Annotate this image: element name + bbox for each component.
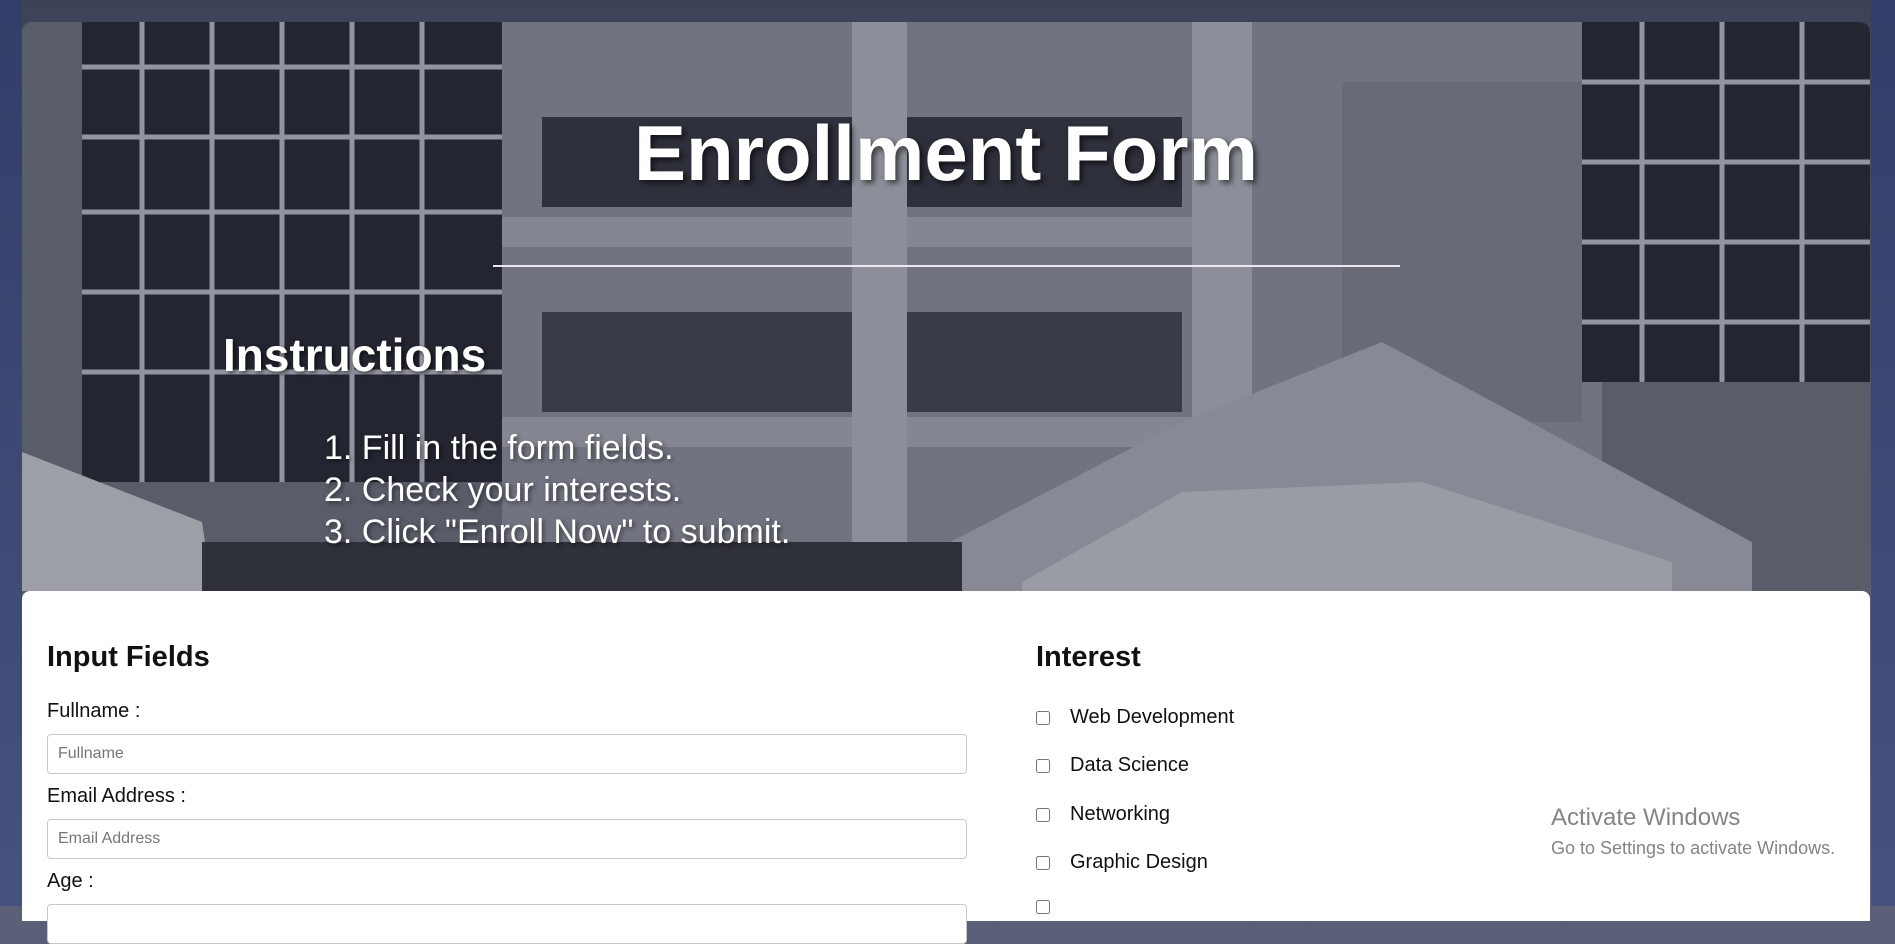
interest-option-networking[interactable]: Networking bbox=[1036, 803, 1170, 826]
email-label: Email Address : bbox=[47, 785, 186, 807]
interest-option-web-development[interactable]: Web Development bbox=[1036, 706, 1234, 729]
instruction-step: 1. Fill in the form fields. bbox=[324, 429, 674, 467]
age-input[interactable] bbox=[47, 904, 967, 944]
partial-checkbox[interactable] bbox=[1036, 900, 1050, 914]
instruction-step: 2. Check your interests. bbox=[324, 471, 682, 509]
activate-windows-watermark: Activate Windows Go to Settings to activ… bbox=[1551, 804, 1835, 859]
instructions-list: 1. Fill in the form fields. 2. Check you… bbox=[324, 427, 790, 553]
email-input[interactable] bbox=[47, 819, 967, 859]
page-title: Enrollment Form bbox=[633, 109, 1259, 197]
form-card: Input Fields Fullname : Email Address : … bbox=[22, 591, 1870, 944]
interest-option-data-science[interactable]: Data Science bbox=[1036, 754, 1189, 777]
instructions-heading: Instructions bbox=[223, 329, 487, 381]
graphic-design-checkbox[interactable] bbox=[1036, 855, 1050, 870]
interest-option-label: Graphic Design bbox=[1070, 851, 1208, 873]
networking-checkbox[interactable] bbox=[1036, 807, 1050, 822]
data-science-checkbox[interactable] bbox=[1036, 758, 1050, 773]
interest-option-label: Data Science bbox=[1070, 754, 1189, 776]
interest-heading: Interest bbox=[1036, 641, 1141, 673]
fullname-input[interactable] bbox=[47, 734, 967, 774]
interest-option-partial[interactable] bbox=[1036, 900, 1070, 914]
input-fields-heading: Input Fields bbox=[47, 641, 210, 673]
title-divider bbox=[493, 265, 1400, 267]
age-label: Age : bbox=[47, 870, 94, 892]
watermark-title: Activate Windows bbox=[1551, 804, 1741, 831]
web-development-checkbox[interactable] bbox=[1036, 710, 1050, 725]
interest-option-graphic-design[interactable]: Graphic Design bbox=[1036, 851, 1208, 874]
hero-banner: Enrollment Form Instructions 1. Fill in … bbox=[22, 22, 1870, 591]
interest-option-label: Web Development bbox=[1070, 706, 1235, 728]
instruction-step: 3. Click "Enroll Now" to submit. bbox=[324, 513, 791, 551]
fullname-label: Fullname : bbox=[47, 700, 141, 722]
interest-option-label: Networking bbox=[1070, 803, 1171, 825]
watermark-subtitle: Go to Settings to activate Windows. bbox=[1551, 838, 1836, 858]
